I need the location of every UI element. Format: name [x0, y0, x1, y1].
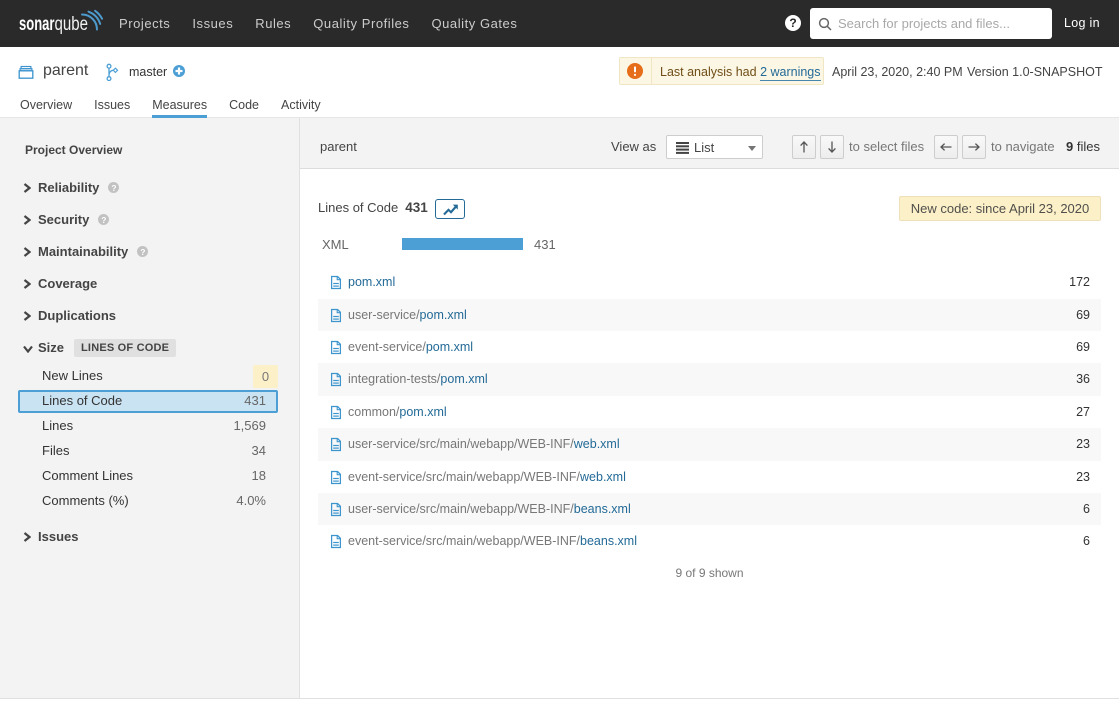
svg-text:sonar: sonar	[19, 13, 55, 35]
svg-text:qube: qube	[55, 13, 89, 35]
